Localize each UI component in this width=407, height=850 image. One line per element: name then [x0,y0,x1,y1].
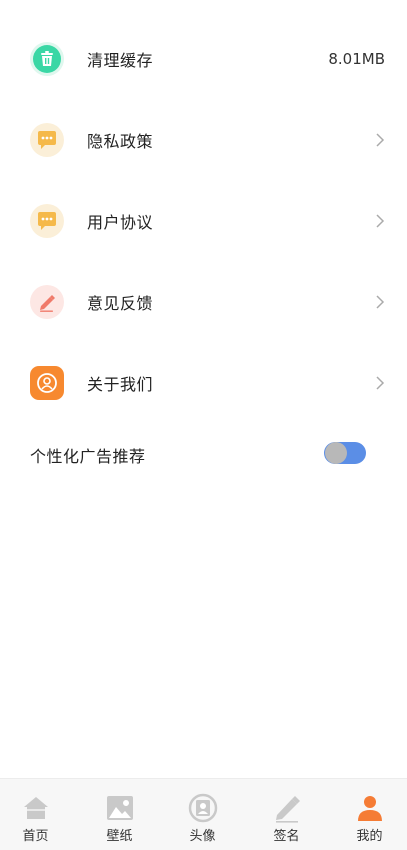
chevron-right-icon [376,376,385,390]
home-icon [23,797,48,819]
clear-cache-item[interactable]: 清理缓存 8.01MB [0,28,407,90]
privacy-policy-label: 隐私政策 [87,132,154,151]
chat-bubble-icon [30,123,64,157]
tab-home-label: 首页 [22,829,49,844]
tab-signature-label: 签名 [273,829,300,844]
tab-avatar-label: 头像 [189,829,216,844]
user-agreement-label: 用户协议 [87,213,154,232]
tab-signature[interactable]: 签名 [246,779,327,850]
tab-wallpaper-label: 壁纸 [106,829,133,844]
settings-page: 清理缓存 8.01MB 隐私政策 用户协议 意见反馈 关于我们 个性化广告推荐 … [0,0,407,850]
tab-mine[interactable]: 我的 [329,779,407,850]
tab-wallpaper[interactable]: 壁纸 [79,779,160,850]
trash-icon [30,42,64,76]
tab-avatar[interactable]: 头像 [162,779,243,850]
pen-icon [30,285,64,319]
personalized-ads-toggle[interactable] [324,442,366,464]
chevron-right-icon [376,133,385,147]
bottom-tab-bar: 首页 壁纸 头像 签名 我的 [0,778,407,850]
feedback-label: 意见反馈 [87,294,154,313]
privacy-policy-item[interactable]: 隐私政策 [0,109,407,171]
tab-home[interactable]: 首页 [0,779,76,850]
cache-size-value: 8.01MB [328,50,385,68]
avatar-icon [188,793,217,823]
user-icon [357,796,382,821]
clear-cache-label: 清理缓存 [87,51,154,70]
pen-icon [275,796,300,823]
chat-bubble-icon [30,204,64,238]
chevron-right-icon [376,295,385,309]
user-circle-icon [30,366,64,400]
toggle-knob [325,442,347,464]
chevron-right-icon [376,214,385,228]
about-us-item[interactable]: 关于我们 [0,352,407,414]
about-us-label: 关于我们 [87,375,154,394]
personalized-ads-label: 个性化广告推荐 [30,447,146,466]
tab-mine-label: 我的 [356,829,383,844]
image-icon [106,796,133,820]
personalized-ads-row: 个性化广告推荐 [0,432,407,474]
feedback-item[interactable]: 意见反馈 [0,271,407,333]
user-agreement-item[interactable]: 用户协议 [0,190,407,252]
